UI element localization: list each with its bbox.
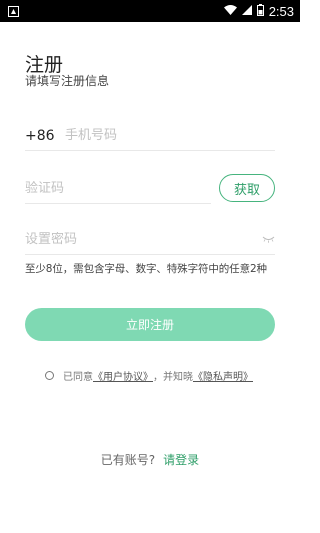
user-agreement-link[interactable]: 《用户协议》	[93, 368, 153, 383]
verification-code-input[interactable]	[25, 181, 211, 196]
status-time: 2:53	[268, 3, 294, 19]
status-bar-left	[8, 5, 19, 17]
status-bar: 2:53	[0, 0, 300, 22]
agreement-checkbox[interactable]	[45, 370, 54, 380]
phone-input[interactable]	[65, 128, 275, 143]
agreement-row: 已同意 《用户协议》 ，并知晓 《隐私声明》	[45, 367, 253, 383]
password-input[interactable]	[25, 232, 261, 247]
register-button[interactable]: 立即注册	[25, 308, 275, 341]
login-link[interactable]: 请登录	[163, 451, 199, 468]
code-field-row	[25, 174, 211, 204]
wifi-icon	[223, 4, 237, 18]
login-row: 已有账号? 请登录	[0, 451, 300, 468]
signal-icon	[241, 4, 252, 18]
page-subtitle: 请填写注册信息	[25, 74, 110, 88]
battery-icon	[256, 3, 264, 19]
agreement-middle: ，并知晓	[153, 371, 193, 383]
password-field-row	[25, 225, 275, 255]
agreement-prefix: 已同意	[63, 371, 93, 383]
phone-field-row: +86	[25, 121, 275, 151]
status-bar-right: 2:53	[223, 3, 294, 19]
eye-closed-icon[interactable]	[261, 235, 275, 245]
app-notification-icon	[8, 5, 19, 17]
privacy-policy-link[interactable]: 《隐私声明》	[193, 368, 253, 383]
country-code: +86	[25, 127, 55, 144]
password-hint: 至少8位，需包含字母、数字、特殊字符中的任意2种	[25, 263, 267, 275]
login-prefix: 已有账号?	[100, 453, 156, 467]
get-code-button[interactable]: 获取	[219, 174, 275, 202]
